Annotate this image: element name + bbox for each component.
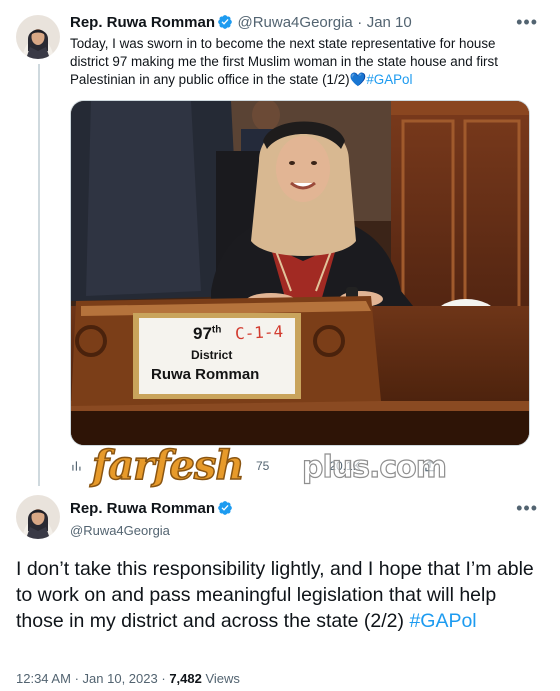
tweet2-hashtag[interactable]: #GAPol (409, 610, 476, 632)
tweet2-dot2: · (161, 671, 166, 686)
tweet1-body: Today, I was sworn in to become the next… (70, 36, 498, 87)
farfeshplus-watermark: farfesh plus.com (91, 441, 492, 490)
tweet2-handle[interactable]: @Ruwa4Georgia (70, 523, 233, 538)
tweet2-date[interactable]: Jan 10, 2023 (83, 671, 158, 686)
tweet1-avatar[interactable] (16, 15, 60, 59)
analytics-icon (72, 461, 81, 471)
tweet2-avatar[interactable] (16, 495, 60, 539)
verified-badge-icon (217, 14, 233, 35)
verified-badge-icon (217, 500, 233, 520)
tweet2-meta: 12:34 AM · Jan 10, 2023 · 7,482 Views (16, 671, 240, 686)
watermark-text-part1: farfesh (91, 441, 245, 490)
nameplate: 97th C-1-4 District Ruwa Romman (139, 318, 295, 394)
tweet1-header: Rep. Ruwa Romman @Ruwa4Georgia · Jan 10 (70, 14, 412, 35)
tweet2-display-name[interactable]: Rep. Ruwa Romman (70, 500, 215, 517)
tweet1-photo[interactable]: 97th C-1-4 District Ruwa Romman (70, 100, 530, 446)
tweet2-text: I don’t take this responsibility lightly… (16, 556, 544, 634)
tweet2-header: Rep. Ruwa Romman @Ruwa4Georgia (70, 500, 233, 538)
tweet1-more-icon[interactable]: ••• (516, 12, 538, 33)
nameplate-suffix: th (211, 324, 222, 336)
nameplate-name: Ruwa Romman (151, 366, 260, 383)
tweet1-display-name[interactable]: Rep. Ruwa Romman (70, 14, 215, 31)
tweet2-views-label: Views (205, 671, 240, 686)
tweet2-time[interactable]: 12:34 AM (16, 671, 71, 686)
tweet1-text: Today, I was sworn in to become the next… (70, 35, 520, 89)
tweet2-more-icon[interactable]: ••• (516, 498, 538, 519)
tweet1-handle[interactable]: @Ruwa4Georgia (237, 14, 352, 31)
thread-connector-line (38, 64, 40, 486)
tweet2-views-count: 7,482 (169, 671, 202, 686)
analytics-button[interactable] (70, 459, 84, 473)
tweet1-date[interactable]: Jan 10 (367, 14, 412, 31)
tweet1-hashtag[interactable]: #GAPol (366, 72, 412, 87)
watermark-text-part2: plus.com (301, 449, 447, 485)
nameplate-number: 97 (193, 324, 212, 343)
twitter-thread-screenshot: Rep. Ruwa Romman @Ruwa4Georgia · Jan 10 … (0, 0, 560, 691)
tweet1-separator: · (357, 14, 363, 31)
blue-heart-emoji: 💙 (349, 72, 367, 87)
nameplate-district: District (191, 348, 233, 362)
nameplate-handwritten: C-1-4 (234, 321, 284, 344)
tweet2-dot1: · (74, 671, 79, 686)
